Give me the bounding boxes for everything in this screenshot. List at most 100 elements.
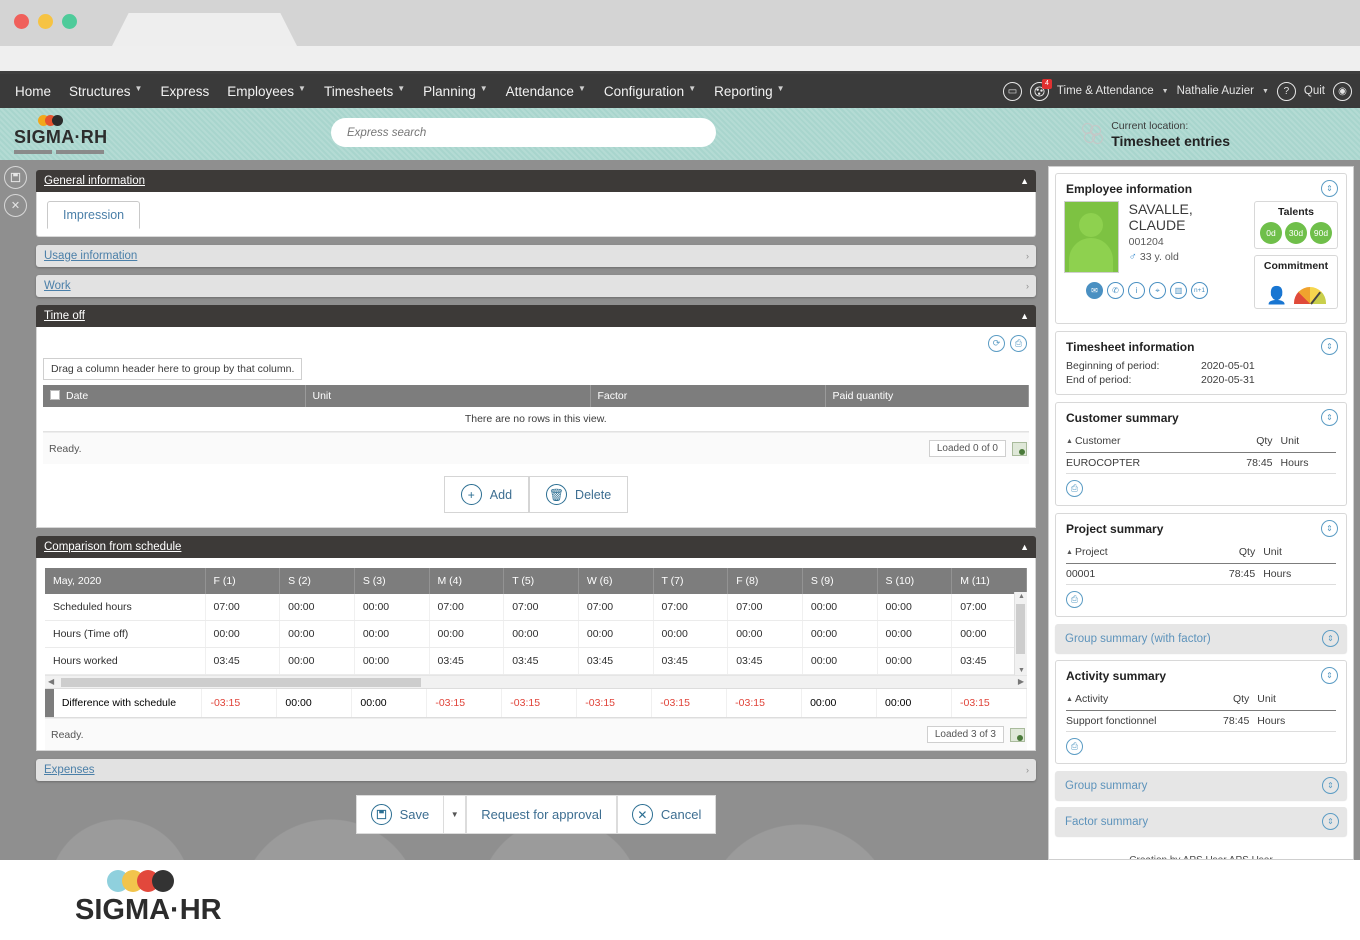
print-icon[interactable]: ⎙ bbox=[1066, 480, 1083, 497]
print-icon[interactable]: ⎙ bbox=[1066, 591, 1083, 608]
collapse-toggle-icon[interactable]: ⇕ bbox=[1321, 180, 1338, 197]
column-header-day-9[interactable]: S (9) bbox=[802, 568, 878, 594]
chart-icon[interactable]: ▥ bbox=[1170, 282, 1187, 299]
logo-sigma-rh[interactable]: SIGMA·RH bbox=[14, 115, 134, 154]
horizontal-scrollbar[interactable]: ◀ ▶ bbox=[45, 675, 1027, 688]
column-header-customer[interactable]: ▲ Customer bbox=[1066, 432, 1213, 453]
column-header-factor[interactable]: Factor bbox=[590, 385, 826, 407]
column-header-activity[interactable]: ▲ Activity bbox=[1066, 690, 1161, 711]
group-by-dropzone[interactable]: Drag a column header here to group by th… bbox=[43, 358, 303, 380]
column-header-day-4[interactable]: M (4) bbox=[429, 568, 505, 594]
scroll-up-icon[interactable]: ▲ bbox=[1018, 593, 1025, 600]
expand-toggle-icon[interactable]: ⇕ bbox=[1322, 813, 1339, 830]
tab-impression[interactable]: Impression bbox=[47, 201, 141, 229]
add-button[interactable]: + Add bbox=[443, 476, 530, 513]
expand-toggle-icon[interactable]: ⇕ bbox=[1322, 630, 1339, 647]
vertical-scrollbar[interactable]: ▲ ▼ bbox=[1014, 592, 1027, 675]
collapse-toggle-icon[interactable]: ⇕ bbox=[1321, 520, 1338, 537]
panel-work-header[interactable]: Work › bbox=[36, 275, 1036, 297]
chat-icon[interactable]: ▭ bbox=[1002, 81, 1022, 101]
nav-item-configuration[interactable]: Configuration ▼ bbox=[595, 74, 705, 108]
talent-badge[interactable]: 0d bbox=[1260, 222, 1282, 244]
column-header-unit[interactable]: Unit bbox=[305, 385, 591, 407]
column-header-day-10[interactable]: S (10) bbox=[877, 568, 953, 594]
panel-comparison-header[interactable]: Comparison from schedule ▲ bbox=[36, 536, 1036, 558]
scrollbar-thumb[interactable] bbox=[61, 678, 421, 687]
panel-usage-information-header[interactable]: Usage information › bbox=[36, 245, 1036, 267]
module-selector[interactable]: Time & Attendance bbox=[1057, 85, 1154, 97]
collapse-toggle-icon[interactable]: ▲ bbox=[1020, 311, 1029, 321]
card-group-summary-with-factor[interactable]: Group summary (with factor) ⇕ bbox=[1055, 624, 1347, 653]
nav-item-structures[interactable]: Structures ▼ bbox=[60, 74, 151, 108]
scroll-right-icon[interactable]: ▶ bbox=[1018, 677, 1024, 686]
column-header-date[interactable]: Date bbox=[43, 385, 306, 407]
help-icon[interactable]: ? bbox=[1276, 81, 1296, 101]
collapse-toggle-icon[interactable]: ⇕ bbox=[1321, 667, 1338, 684]
column-header-unit[interactable]: Unit bbox=[1280, 432, 1336, 453]
location-icon[interactable]: ⌖ bbox=[1149, 282, 1166, 299]
close-window-button[interactable] bbox=[14, 14, 29, 29]
column-header-day-11[interactable]: M (11) bbox=[951, 568, 1027, 594]
collapse-toggle-icon[interactable]: ⇕ bbox=[1321, 338, 1338, 355]
save-icon[interactable] bbox=[4, 166, 27, 189]
column-header-day-6[interactable]: W (6) bbox=[578, 568, 654, 594]
delete-button[interactable]: 🗑 Delete bbox=[529, 476, 629, 513]
phone-icon[interactable]: ✆ bbox=[1107, 282, 1124, 299]
info-icon[interactable]: i bbox=[1128, 282, 1145, 299]
scroll-left-icon[interactable]: ◀ bbox=[48, 677, 54, 686]
org-icon[interactable]: n+1 bbox=[1191, 282, 1208, 299]
print-icon[interactable]: ⎙ bbox=[1010, 335, 1027, 352]
column-header-paid-quantity[interactable]: Paid quantity bbox=[825, 385, 1029, 407]
column-header-day-3[interactable]: S (3) bbox=[354, 568, 430, 594]
column-header-day-8[interactable]: F (8) bbox=[727, 568, 803, 594]
save-dropdown-toggle[interactable]: ▼ bbox=[444, 795, 467, 834]
network-icon[interactable]: 4 bbox=[1029, 78, 1052, 101]
nav-item-attendance[interactable]: Attendance ▼ bbox=[497, 74, 595, 108]
column-header-day-2[interactable]: S (2) bbox=[279, 568, 355, 594]
panel-time-off-header[interactable]: Time off ▲ bbox=[36, 305, 1036, 327]
collapse-toggle-icon[interactable]: ▲ bbox=[1020, 542, 1029, 552]
collapse-toggle-icon[interactable]: ▲ bbox=[1020, 176, 1029, 186]
search-input[interactable] bbox=[331, 118, 716, 147]
save-button[interactable]: Save bbox=[355, 795, 445, 834]
column-header-unit[interactable]: Unit bbox=[1257, 690, 1336, 711]
nav-item-planning[interactable]: Planning ▼ bbox=[414, 74, 496, 108]
card-group-summary[interactable]: Group summary ⇕ bbox=[1055, 771, 1347, 800]
talent-badge[interactable]: 30d bbox=[1285, 222, 1307, 244]
panel-expenses-header[interactable]: Expenses › bbox=[36, 759, 1036, 781]
column-header-qty[interactable]: Qty bbox=[1174, 543, 1264, 564]
column-header-qty[interactable]: Qty bbox=[1212, 432, 1281, 453]
maximize-window-button[interactable] bbox=[62, 14, 77, 29]
minimize-window-button[interactable] bbox=[38, 14, 53, 29]
power-icon[interactable]: ◉ bbox=[1333, 81, 1352, 101]
request-approval-button[interactable]: Request for approval bbox=[466, 795, 617, 834]
column-header-day-1[interactable]: F (1) bbox=[205, 568, 281, 594]
expand-toggle-icon[interactable]: › bbox=[1026, 251, 1029, 261]
column-header-day-5[interactable]: T (5) bbox=[503, 568, 579, 594]
scrollbar-thumb[interactable] bbox=[1016, 604, 1025, 654]
column-header-day-7[interactable]: T (7) bbox=[653, 568, 729, 594]
close-icon[interactable]: ✕ bbox=[4, 194, 27, 217]
print-icon[interactable]: ⎙ bbox=[1066, 738, 1083, 755]
quit-button[interactable]: Quit bbox=[1304, 85, 1325, 97]
refresh-icon[interactable]: ⟳ bbox=[988, 335, 1005, 352]
scroll-down-icon[interactable]: ▼ bbox=[1018, 667, 1025, 674]
cancel-button[interactable]: ✕ Cancel bbox=[616, 795, 717, 834]
collapse-toggle-icon[interactable]: ⇕ bbox=[1321, 409, 1338, 426]
expand-toggle-icon[interactable]: › bbox=[1026, 281, 1029, 291]
user-menu[interactable]: Nathalie Auzier bbox=[1177, 85, 1254, 97]
expand-toggle-icon[interactable]: ⇕ bbox=[1322, 777, 1339, 794]
card-factor-summary[interactable]: Factor summary ⇕ bbox=[1055, 807, 1347, 836]
column-header-unit[interactable]: Unit bbox=[1263, 543, 1336, 564]
column-header-qty[interactable]: Qty bbox=[1161, 690, 1258, 711]
browser-tab[interactable] bbox=[112, 13, 297, 46]
select-all-checkbox[interactable] bbox=[50, 390, 60, 400]
nav-item-timesheets[interactable]: Timesheets ▼ bbox=[315, 74, 414, 108]
expand-toggle-icon[interactable]: › bbox=[1026, 765, 1029, 775]
nav-item-employees[interactable]: Employees ▼ bbox=[218, 74, 315, 108]
panel-general-information-header[interactable]: General information ▲ bbox=[36, 170, 1036, 192]
nav-item-express[interactable]: Express bbox=[151, 74, 218, 108]
export-excel-icon[interactable] bbox=[1012, 441, 1027, 456]
nav-item-reporting[interactable]: Reporting ▼ bbox=[705, 74, 793, 108]
column-header-project[interactable]: ▲ Project bbox=[1066, 543, 1175, 564]
